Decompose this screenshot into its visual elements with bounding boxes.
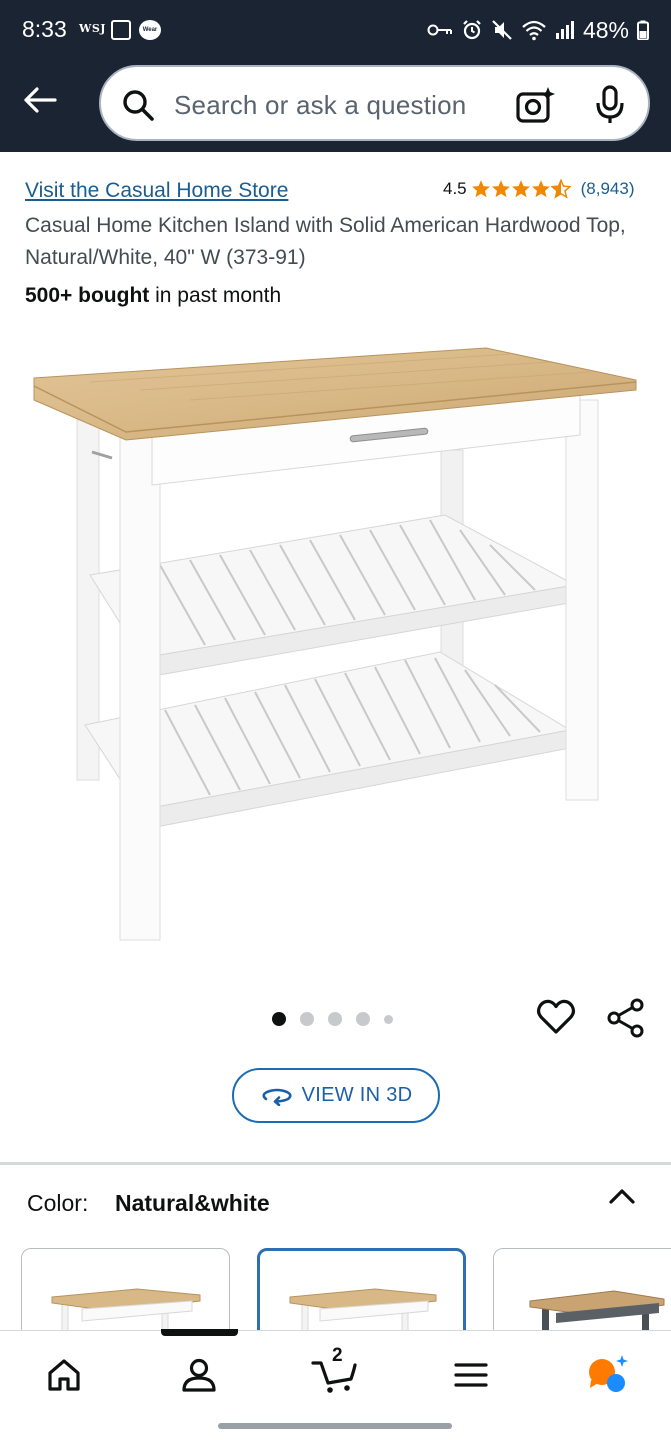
- star-rating: [471, 179, 571, 199]
- collapse-color-button[interactable]: [608, 1186, 636, 1211]
- top-header: 8:33 WSJ Wear 48% Search or ask a questi…: [0, 0, 671, 152]
- store-link[interactable]: Visit the Casual Home Store: [25, 179, 288, 203]
- back-arrow-icon: [24, 87, 57, 113]
- search-bar[interactable]: Search or ask a question: [99, 65, 650, 141]
- share-button[interactable]: [607, 998, 645, 1043]
- menu-icon: [454, 1363, 488, 1387]
- battery-icon: [637, 20, 649, 40]
- upper-shelf: [89, 514, 577, 679]
- vpn-key-icon: [427, 24, 452, 36]
- cart-count-badge: 2: [332, 1345, 343, 1366]
- carousel-dot[interactable]: [328, 1012, 342, 1026]
- home-icon: [48, 1359, 80, 1391]
- add-to-list-button[interactable]: [536, 998, 576, 1041]
- product-image[interactable]: [30, 340, 640, 950]
- signal-icon: [555, 21, 574, 39]
- alarm-icon: [463, 20, 481, 40]
- star-half-icon: [550, 179, 571, 199]
- bought-suffix: in past month: [149, 284, 282, 307]
- battery-percent: 48%: [582, 16, 629, 43]
- gallery-notification-icon: [111, 20, 131, 40]
- carousel-dot-active[interactable]: [272, 1012, 286, 1026]
- view-in-3d-label: VIEW IN 3D: [301, 1084, 413, 1106]
- bought-in-past-month: 500+ bought in past month: [25, 284, 281, 308]
- carousel-dot[interactable]: [300, 1012, 314, 1026]
- camera-search-button[interactable]: [515, 86, 555, 129]
- heart-icon: [536, 999, 576, 1034]
- image-carousel-dots[interactable]: [272, 1012, 393, 1026]
- nav-account[interactable]: [169, 1351, 229, 1399]
- user-icon: [182, 1358, 216, 1392]
- product-title: Casual Home Kitchen Island with Solid Am…: [25, 214, 626, 269]
- wifi-icon: [522, 20, 546, 41]
- rating-value: 4.5: [443, 179, 467, 198]
- system-home-indicator: [218, 1423, 452, 1429]
- voice-search-button[interactable]: [595, 85, 625, 130]
- star-full-icon: [471, 180, 490, 198]
- carousel-dot[interactable]: [356, 1012, 370, 1026]
- rating-count: (8,943): [580, 179, 635, 198]
- color-selected-value: Natural&white: [115, 1190, 270, 1216]
- camera-sparkle-icon: [516, 87, 555, 123]
- search-input[interactable]: Search or ask a question: [174, 90, 466, 121]
- wear-notification-icon: Wear: [139, 20, 161, 40]
- rating-summary[interactable]: 4.5 (8,943): [443, 179, 635, 199]
- rufus-chat-icon: [589, 1355, 628, 1392]
- star-full-icon: [511, 180, 530, 198]
- nav-home[interactable]: [34, 1351, 94, 1399]
- bought-count: 500+ bought: [25, 284, 150, 307]
- section-divider: [0, 1162, 671, 1165]
- star-full-icon: [491, 180, 510, 198]
- share-icon: [607, 998, 644, 1038]
- rotate-3d-icon: [262, 1088, 292, 1106]
- status-time: 8:33: [22, 16, 67, 42]
- view-in-3d-button[interactable]: VIEW IN 3D: [232, 1068, 440, 1123]
- star-full-icon: [531, 180, 550, 198]
- back-button[interactable]: [18, 80, 62, 120]
- wsj-notification-icon: WSJ: [79, 22, 107, 35]
- chevron-up-icon: [609, 1189, 635, 1204]
- nav-menu[interactable]: [441, 1351, 501, 1399]
- search-icon: [123, 90, 154, 121]
- active-tab-indicator: [161, 1329, 238, 1336]
- status-indicators: 48%: [427, 16, 649, 44]
- carousel-dot[interactable]: [384, 1014, 393, 1024]
- color-label: Color:: [27, 1190, 89, 1216]
- nav-rufus-assistant[interactable]: [578, 1351, 638, 1399]
- microphone-icon: [596, 85, 624, 123]
- mute-icon: [492, 20, 512, 40]
